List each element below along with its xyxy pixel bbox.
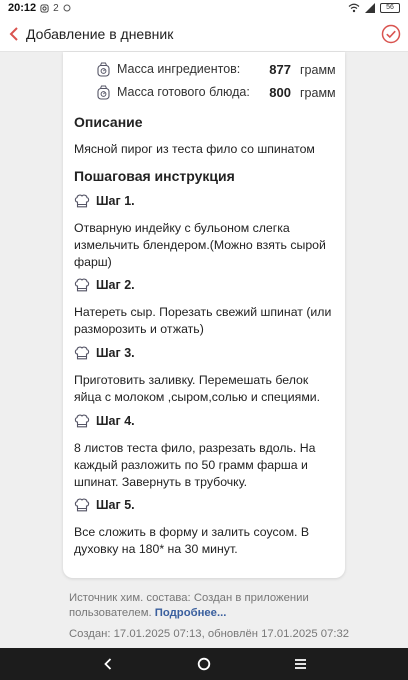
nav-home-button[interactable] [189, 649, 219, 679]
step-1-title: Шаг 1. [96, 194, 135, 208]
chevron-left-icon [9, 26, 18, 41]
step-2-text: Натереть сыр. Порезать свежий шпинат (ил… [74, 305, 332, 336]
back-button[interactable] [2, 16, 26, 52]
step-4-header: Шаг 4. [74, 414, 135, 428]
step-3-header: Шаг 3. [74, 346, 135, 360]
step-1-text: Отварную индейку с бульоном слегка измел… [74, 221, 326, 269]
wifi-icon [348, 3, 360, 13]
status-bar: 20:12 2 56 [0, 0, 408, 16]
source-info: Источник хим. состава: Создан в приложен… [69, 591, 349, 621]
step-2-title: Шаг 2. [96, 278, 135, 292]
status-left: 20:12 2 [8, 2, 71, 14]
chef-hat-icon [74, 194, 90, 208]
step-5-text: Все сложить в форму и залить соусом. В д… [74, 525, 310, 556]
description-heading: Описание [74, 114, 143, 130]
signal-icon [365, 3, 375, 13]
step-4-text: 8 листов теста фило, разрезать вдоль. На… [74, 441, 316, 489]
confirm-check-icon[interactable] [381, 24, 401, 44]
instructions-heading: Пошаговая инструкция [74, 168, 235, 184]
mass-finished-value: 800 [269, 85, 291, 100]
created-timestamp: Создан: 17.01.2025 07:13, обновлён 17.01… [69, 628, 350, 640]
step-4-title: Шаг 4. [96, 414, 135, 428]
scale-icon [97, 85, 110, 100]
nav-back-button[interactable] [93, 649, 123, 679]
menu-icon [294, 659, 306, 669]
mass-ingredients-label: Масса ингредиентов: [117, 62, 241, 76]
notification-dot-icon [63, 4, 71, 12]
instagram-icon [40, 3, 49, 13]
step-2-header: Шаг 2. [74, 278, 135, 292]
chef-hat-icon [74, 414, 90, 428]
more-link[interactable]: Подробнее... [155, 607, 227, 619]
step-5-header: Шаг 5. [74, 498, 135, 512]
battery-indicator: 56 [380, 3, 400, 13]
mass-finished-unit: грамм [300, 86, 336, 100]
status-right: 56 [348, 3, 400, 13]
nav-menu-button[interactable] [285, 649, 315, 679]
step-5-title: Шаг 5. [96, 498, 135, 512]
step-3-title: Шаг 3. [96, 346, 135, 360]
scale-icon [97, 62, 110, 77]
step-3-text: Приготовить заливку. Перемешать белок яй… [74, 373, 321, 404]
notification-count: 2 [53, 2, 59, 14]
step-1-header: Шаг 1. [74, 194, 135, 208]
mass-finished-label: Масса готового блюда: [117, 85, 250, 99]
mass-ingredients-value: 877 [269, 62, 291, 77]
chevron-left-icon [104, 658, 112, 670]
description-text: Мясной пирог из теста фило со шпинатом [74, 142, 315, 156]
chef-hat-icon [74, 278, 90, 292]
home-circle-icon [197, 657, 211, 671]
recipe-card: Масса ингредиентов: 877 грамм Масса гото… [63, 52, 345, 578]
chef-hat-icon [74, 346, 90, 360]
status-time: 20:12 [8, 2, 37, 14]
system-nav-bar [0, 648, 408, 680]
mass-ingredients-unit: грамм [300, 63, 336, 77]
page-title: Добавление в дневник [26, 25, 174, 42]
chef-hat-icon [74, 498, 90, 512]
app-bar: Добавление в дневник [0, 16, 408, 52]
